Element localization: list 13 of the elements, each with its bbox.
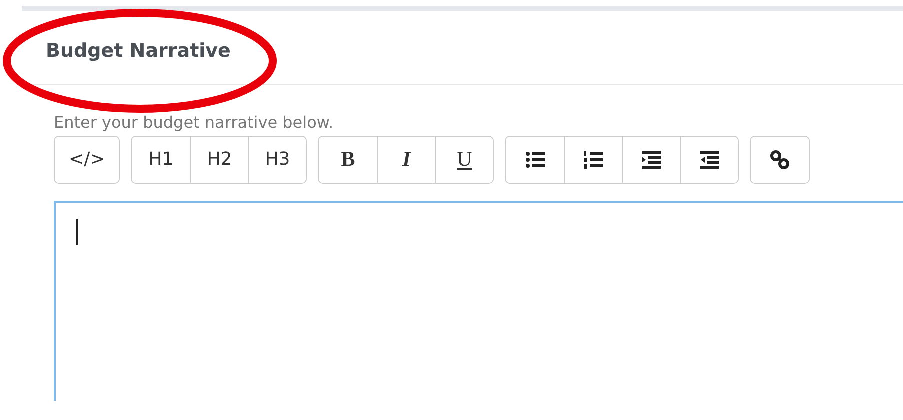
indent-icon xyxy=(641,150,662,170)
text-editor-field[interactable] xyxy=(54,200,903,401)
numbered-list-icon xyxy=(583,150,604,170)
text-cursor xyxy=(76,218,78,245)
section-heading: Budget Narrative xyxy=(46,40,231,62)
outdent-button[interactable] xyxy=(680,136,738,183)
outdent-icon xyxy=(699,150,720,170)
toolbar-button[interactable]: </> xyxy=(55,136,120,183)
link-icon xyxy=(770,150,791,170)
toolbar-button[interactable]: H3 xyxy=(248,136,306,183)
bulleted-list-icon xyxy=(524,150,546,170)
underline-button[interactable]: U xyxy=(435,136,494,183)
instruction-text: Enter your budget narrative below. xyxy=(54,112,335,132)
